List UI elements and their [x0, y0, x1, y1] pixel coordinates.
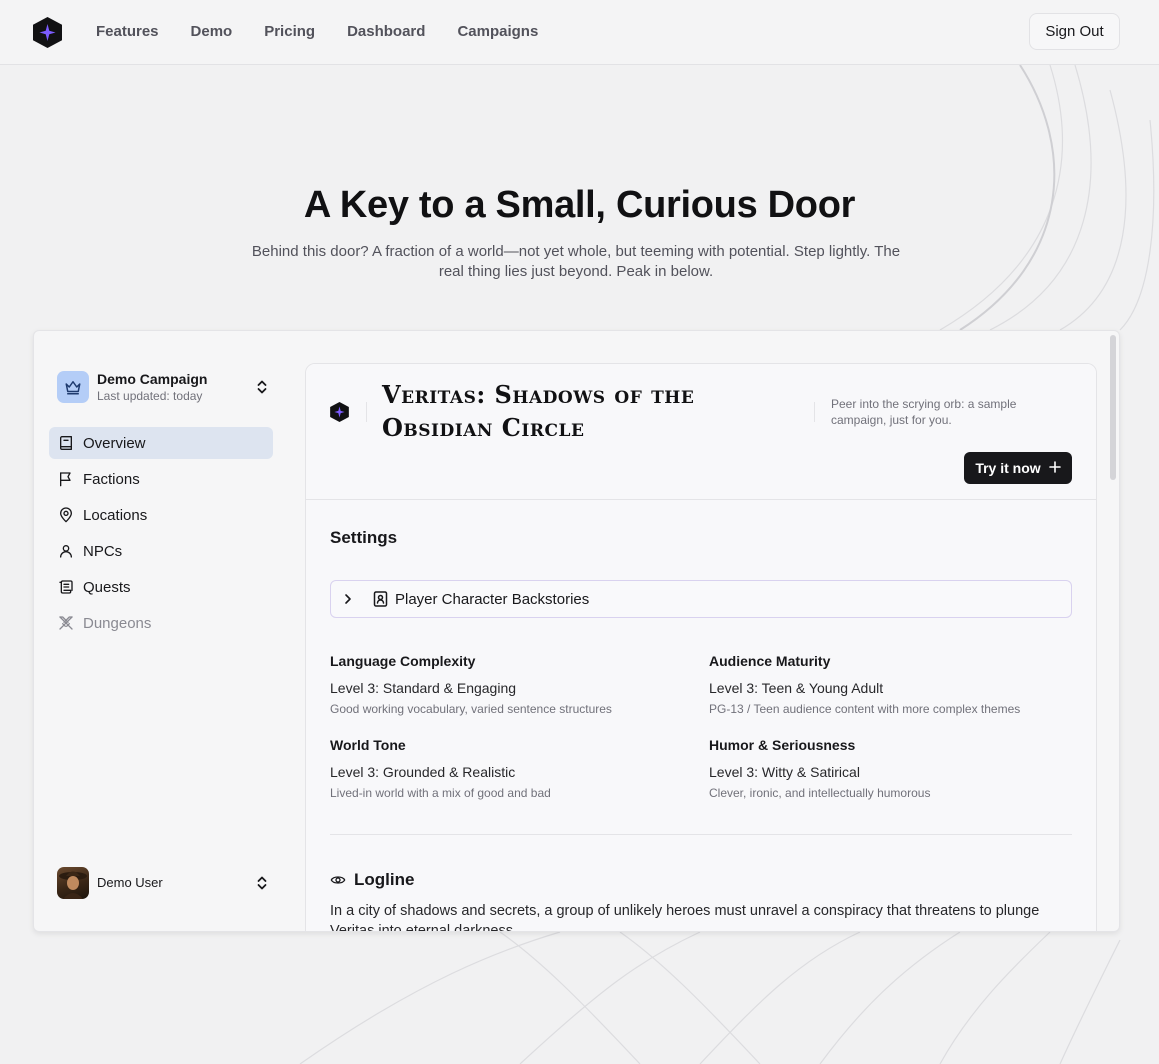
brand-logo-icon [330, 402, 349, 422]
header-separator [814, 402, 815, 422]
avatar [57, 867, 89, 899]
nav-link-dashboard[interactable]: Dashboard [347, 23, 425, 41]
campaign-updated: Last updated: today [97, 389, 203, 403]
user-switcher[interactable]: Demo User [57, 866, 269, 900]
campaign-card: Veritas: Shadows of the Obsidian Circle … [305, 363, 1097, 932]
setting-heading: World Tone [330, 737, 406, 753]
setting-humor-seriousness: Humor & Seriousness Level 3: Witty & Sat… [709, 737, 1069, 800]
book-icon [58, 435, 74, 451]
chevrons-up-down-icon [255, 379, 269, 395]
sidebar-item-label: Locations [83, 506, 148, 524]
section-divider [330, 834, 1072, 835]
sidebar-item-quests[interactable]: Quests [49, 571, 273, 603]
demo-app-frame: Demo Campaign Last updated: today Overvi… [33, 330, 1120, 932]
nav-link-features[interactable]: Features [96, 23, 159, 41]
plus-icon [1048, 460, 1061, 476]
map-pin-icon [58, 507, 74, 523]
brand-logo-icon[interactable] [33, 17, 62, 48]
setting-description: Good working vocabulary, varied sentence… [330, 702, 612, 716]
scroll-icon [58, 579, 74, 595]
nav-link-demo[interactable]: Demo [191, 23, 233, 41]
logline-text: In a city of shadows and secrets, a grou… [330, 903, 1040, 932]
setting-language-complexity: Language Complexity Level 3: Standard & … [330, 653, 690, 716]
sidebar-item-label: Factions [83, 470, 140, 488]
accordion-label: Player Character Backstories [395, 591, 590, 608]
eye-icon [330, 872, 346, 888]
flag-icon [58, 471, 74, 487]
primary-nav: Features Demo Pricing Dashboard Campaign… [96, 23, 570, 41]
backstories-accordion[interactable]: Player Character Backstories [330, 580, 1072, 618]
setting-heading: Audience Maturity [709, 653, 831, 669]
setting-value: Level 3: Witty & Satirical [709, 764, 860, 780]
campaign-header: Veritas: Shadows of the Obsidian Circle … [306, 364, 1096, 500]
campaign-switcher[interactable]: Demo Campaign Last updated: today [57, 367, 269, 407]
top-navbar: Features Demo Pricing Dashboard Campaign… [0, 0, 1159, 65]
logline-title: Logline [354, 870, 415, 889]
settings-title: Settings [330, 528, 398, 547]
hero-subtitle: Behind this door? A fraction of a world—… [251, 243, 901, 280]
sidebar-item-locations[interactable]: Locations [49, 499, 273, 531]
setting-value: Level 3: Standard & Engaging [330, 680, 517, 696]
setting-description: Lived-in world with a mix of good and ba… [330, 786, 551, 800]
setting-value: Level 3: Teen & Young Adult [709, 680, 884, 696]
frame-scrollbar[interactable] [1110, 335, 1116, 480]
chevrons-up-down-icon [255, 875, 269, 891]
nav-link-pricing[interactable]: Pricing [264, 23, 315, 41]
sidebar-item-npcs[interactable]: NPCs [49, 535, 273, 567]
user-icon [58, 543, 74, 559]
sidebar-item-overview[interactable]: Overview [49, 427, 273, 459]
swords-icon [58, 615, 74, 631]
setting-audience-maturity: Audience Maturity Level 3: Teen & Young … [709, 653, 1069, 716]
header-separator [366, 402, 367, 422]
try-it-now-label: Try it now [975, 460, 1041, 476]
sidebar-item-label: Quests [83, 578, 131, 596]
setting-value: Level 3: Grounded & Realistic [330, 764, 516, 780]
campaign-name: Demo Campaign [97, 371, 208, 387]
sign-out-button[interactable]: Sign Out [1029, 13, 1120, 50]
user-name: Demo User [97, 875, 163, 890]
campaign-title: Veritas: Shadows of the Obsidian Circle [382, 380, 695, 442]
setting-description: PG-13 / Teen audience content with more … [709, 702, 1021, 716]
chevron-right-icon [341, 592, 355, 606]
setting-world-tone: World Tone Level 3: Grounded & Realistic… [330, 737, 690, 800]
sidebar-item-label: Dungeons [83, 614, 152, 632]
setting-heading: Humor & Seriousness [709, 737, 856, 753]
sidebar-item-dungeons[interactable]: Dungeons [49, 607, 273, 639]
nav-link-campaigns[interactable]: Campaigns [457, 23, 538, 41]
sidebar-item-factions[interactable]: Factions [49, 463, 273, 495]
campaign-description: Peer into the scrying orb: a sample camp… [831, 397, 1017, 427]
contact-book-icon [373, 591, 388, 607]
crown-icon [57, 371, 89, 403]
sidebar-item-label: Overview [83, 434, 146, 452]
sidebar-nav: Overview Factions Locations NPCs Quests … [49, 427, 273, 643]
hero-title: A Key to a Small, Curious Door [303, 184, 856, 226]
setting-description: Clever, ironic, and intellectually humor… [709, 786, 931, 800]
sidebar-item-label: NPCs [83, 542, 123, 560]
try-it-now-button[interactable]: Try it now [964, 452, 1072, 484]
setting-heading: Language Complexity [330, 653, 476, 669]
